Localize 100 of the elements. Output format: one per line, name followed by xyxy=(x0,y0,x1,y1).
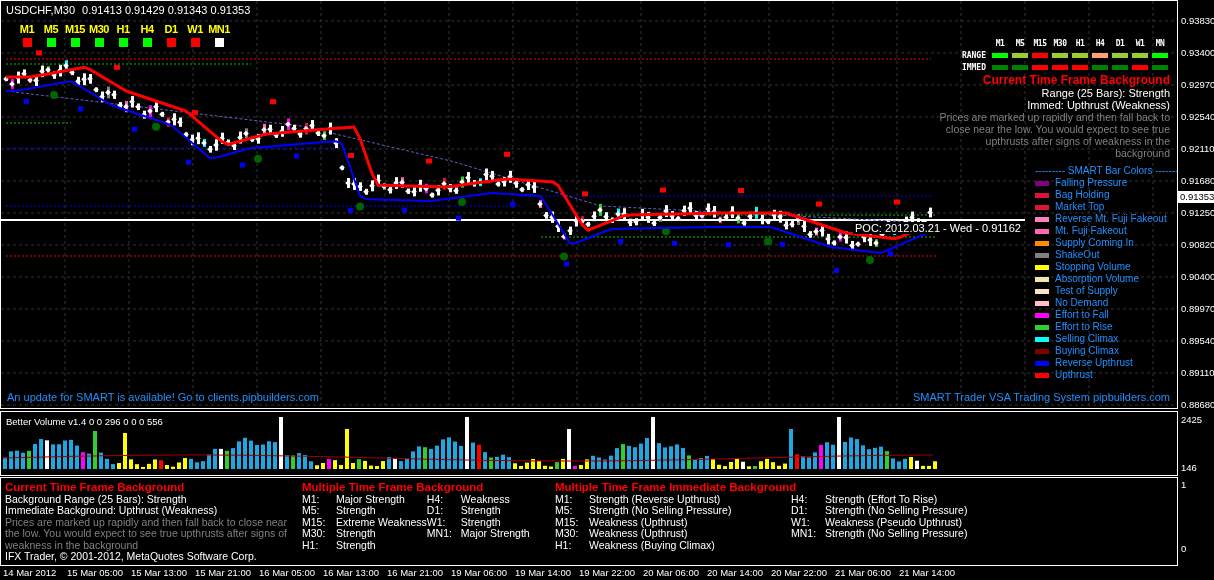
description-text: Prices are marked up rapidly and then fall back to close near the low. You would expect to see true upthrusts after signs of weakness in the background xyxy=(5,516,288,552)
current-price-tag: 0.91353 xyxy=(1178,191,1214,203)
timeframe-label: M15 xyxy=(65,23,85,35)
timeframe-label: H4 xyxy=(140,23,154,35)
legend-label: Stopping Volume xyxy=(1055,261,1131,273)
price-label: 0.89110 xyxy=(1181,366,1214,380)
timeframe-label: M30: xyxy=(555,528,580,540)
status-text: Major Strength xyxy=(460,528,531,540)
branding-text: SMART Trader VSA Trading System pipbuilders.com xyxy=(913,391,1170,403)
timeframe-label: M1: xyxy=(555,494,574,506)
column-header: M5 xyxy=(1014,39,1026,48)
legend-label: Upthrust xyxy=(1055,369,1093,381)
time-label: 20 Mar 14:00 xyxy=(707,566,764,580)
section-title: Multiple Time Frame Background xyxy=(302,481,485,494)
status-text: Strength xyxy=(460,505,502,517)
column-header: M30 xyxy=(1052,39,1068,48)
time-label: 21 Mar 14:00 xyxy=(899,566,956,580)
axis-label: 1 xyxy=(1181,479,1188,490)
poc-label: POC: 2012.03.21 - Wed - 0.91162 xyxy=(853,222,1023,234)
legend-label: Mt. Fuji Fakeout xyxy=(1055,225,1127,237)
timeframe-label: M1 xyxy=(19,23,35,35)
status-text: Weakness (Upthrust) xyxy=(589,528,689,540)
status-text: Strength (No Selling Pressure) xyxy=(589,505,733,517)
timeframe-label: H4: xyxy=(791,494,809,506)
status-text: Weakness xyxy=(460,494,511,506)
timeframe-label: M15: xyxy=(302,516,327,529)
immed-text: Immed: Upthrust (Weakness) xyxy=(1027,99,1170,111)
timeframe-label: M5 xyxy=(43,23,59,35)
time-label: 16 Mar 13:00 xyxy=(323,566,380,580)
status-text: Strength xyxy=(460,516,502,529)
legend-label: Effort to Fall xyxy=(1055,309,1109,321)
timeframe-label: W1: xyxy=(426,516,447,529)
timeframe-label: D1: xyxy=(791,505,809,517)
status-text: Strength (Effort To Rise) xyxy=(825,494,938,506)
column-header: H1 xyxy=(1074,39,1086,48)
timeframe-label: H1: xyxy=(555,539,573,551)
row-label: RANGE xyxy=(960,51,987,60)
column-header: D1 xyxy=(1114,39,1126,48)
status-text: Strength xyxy=(336,528,377,540)
axis-label: 2425 xyxy=(1181,414,1204,425)
status-text: Major Strength xyxy=(336,494,406,506)
legend-label: Absorption Volume xyxy=(1055,273,1139,285)
legend-label: No Demand xyxy=(1055,297,1109,309)
price-label: 0.92110 xyxy=(1181,142,1214,156)
time-label: 19 Mar 14:00 xyxy=(515,566,572,580)
section-title: Current Time Frame Background xyxy=(5,481,186,494)
time-label: 15 Mar 21:00 xyxy=(195,566,252,580)
timeframe-label: MN1 xyxy=(208,23,230,35)
time-label: 16 Mar 21:00 xyxy=(387,566,444,580)
timeframe-label: H4: xyxy=(426,494,445,506)
column-header: MN xyxy=(1154,39,1166,48)
status-text: Strength xyxy=(336,505,376,517)
legend-label: ShakeOut xyxy=(1055,249,1100,261)
timeframe-label: M1: xyxy=(302,494,321,506)
axis-label: 0 xyxy=(1181,543,1188,554)
row-label: IMMED xyxy=(960,63,987,72)
status-text: Strength xyxy=(336,539,377,551)
timeframe-label: H1 xyxy=(116,23,130,35)
legend-label: Reverse Upthrust xyxy=(1055,357,1133,369)
legend-label: Market Top xyxy=(1055,201,1105,213)
price-quote: 0.91413 0.91429 0.91343 0.91353 xyxy=(82,4,251,16)
timeframe-label: D1 xyxy=(164,23,178,35)
status-text: Strength (No Selling Pressure) xyxy=(825,528,969,540)
timeframe-label: W1 xyxy=(187,23,203,35)
time-label: 16 Mar 05:00 xyxy=(259,566,316,580)
timeframe-label: W1: xyxy=(791,516,811,529)
symbol-label: USDCHF,M30 xyxy=(6,4,76,16)
timeframe-label: MN1: xyxy=(791,528,818,540)
timeframe-label: MN1: xyxy=(426,528,453,540)
section-title: Multiple Time Frame Immediate Background xyxy=(555,481,798,494)
info-text: Immediate Background: Upthrust (Weakness) xyxy=(5,505,219,517)
column-header: W1 xyxy=(1134,39,1146,48)
legend-label: Supply Coming In xyxy=(1055,237,1134,249)
column-header: M1 xyxy=(994,39,1006,48)
timeframe-label: D1: xyxy=(426,505,445,517)
status-text: Strength (No Selling Pressure) xyxy=(825,505,969,517)
legend-label: Buying Climax xyxy=(1055,345,1119,357)
indicator-title: Better Volume v1.4 0 0 296 0 0 0 556 xyxy=(6,416,163,427)
axis-label: 146 xyxy=(1181,462,1198,473)
update-notice: An update for SMART is available! Go to clients.pipbuilders.com xyxy=(7,391,320,403)
time-label: 14 Mar 2012 xyxy=(3,566,58,580)
status-text: Strength (Reverse Upthrust) xyxy=(589,494,721,506)
info-text: Background Range (25 Bars): Strength xyxy=(5,494,188,506)
time-label: 21 Mar 06:00 xyxy=(835,566,892,580)
copyright-text: IFX Trader, © 2001-2012, MetaQuotes Software Corp. xyxy=(5,551,258,563)
status-text: Extreme Weakness xyxy=(336,516,427,529)
panel-title: Current Time Frame Background xyxy=(982,73,1170,87)
timeframe-label: M30 xyxy=(89,23,109,35)
time-label: 15 Mar 13:00 xyxy=(131,566,188,580)
time-label: 15 Mar 05:00 xyxy=(67,566,124,580)
timeframe-label: M30: xyxy=(302,528,327,540)
column-header: M15 xyxy=(1032,39,1048,48)
legend-label: Effort to Rise xyxy=(1055,321,1113,333)
legend-label: Test of Supply xyxy=(1055,285,1118,297)
legend-label: Falling Pressure xyxy=(1055,177,1128,189)
time-label: 20 Mar 22:00 xyxy=(771,566,828,580)
timeframe-label: M5: xyxy=(302,505,321,517)
time-label: 19 Mar 06:00 xyxy=(451,566,508,580)
legend-label: Reverse Mt. Fuji Fakeout xyxy=(1055,213,1167,225)
legend-label: Selling Climax xyxy=(1055,333,1119,345)
